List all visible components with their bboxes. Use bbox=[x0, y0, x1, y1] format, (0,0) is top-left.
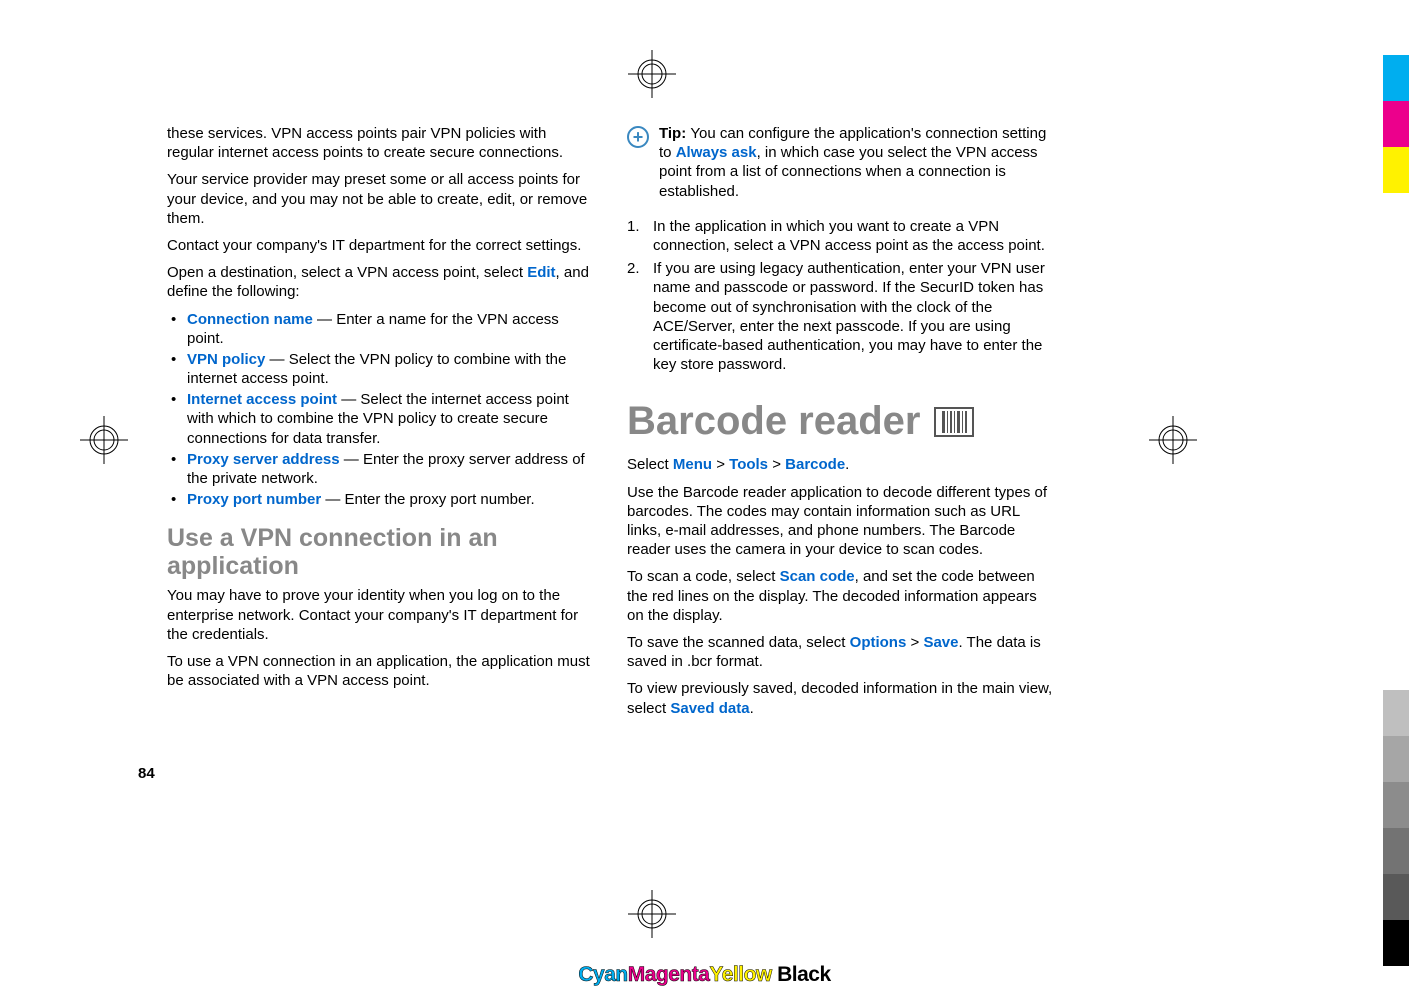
magenta-label: Magenta bbox=[628, 963, 710, 986]
black-label: Black bbox=[777, 963, 831, 986]
paragraph: To use a VPN connection in an applicatio… bbox=[167, 652, 597, 690]
step-number: 2. bbox=[627, 259, 640, 278]
saved-data-link: Saved data bbox=[670, 700, 749, 717]
text: > bbox=[712, 456, 729, 473]
gray-calibration-bars bbox=[1383, 690, 1409, 966]
register-mark-icon bbox=[628, 890, 676, 938]
list-item: 2. If you are using legacy authentication… bbox=[627, 259, 1057, 374]
color-calibration-bars bbox=[1383, 55, 1409, 193]
menu-link: Menu bbox=[673, 456, 712, 473]
scan-code-link: Scan code bbox=[780, 568, 855, 585]
color-swatch bbox=[1383, 101, 1409, 147]
paragraph: You may have to prove your identity when… bbox=[167, 586, 597, 644]
content-area: these services. VPN access points pair V… bbox=[167, 124, 1057, 726]
paragraph: Contact your company's IT department for… bbox=[167, 236, 597, 255]
barcode-icon bbox=[934, 407, 974, 437]
text: > bbox=[768, 456, 785, 473]
paragraph: these services. VPN access points pair V… bbox=[167, 124, 597, 162]
list-item: VPN policy — Select the VPN policy to co… bbox=[167, 350, 597, 388]
tip-block: + Tip: You can configure the application… bbox=[627, 124, 1057, 209]
gray-swatch bbox=[1383, 736, 1409, 782]
text: Select bbox=[627, 456, 673, 473]
list-item: Proxy port number — Enter the proxy port… bbox=[167, 490, 597, 509]
barcode-reader-heading: Barcode reader bbox=[627, 396, 1057, 447]
cyan-label: Cyan bbox=[578, 963, 627, 986]
paragraph: To save the scanned data, select Options… bbox=[627, 633, 1057, 671]
right-column: + Tip: You can configure the application… bbox=[627, 124, 1057, 726]
cmyk-label: CyanMagentaYellow Black bbox=[578, 963, 830, 987]
page-number: 84 bbox=[138, 765, 155, 782]
title-text: Barcode reader bbox=[627, 396, 920, 447]
text: > bbox=[906, 634, 923, 651]
tip-label: Tip: bbox=[659, 125, 690, 142]
tip-icon: + bbox=[627, 126, 649, 148]
register-mark-icon bbox=[80, 416, 128, 464]
text: In the application in which you want to … bbox=[653, 218, 1045, 254]
section-heading-vpn-app: Use a VPN connection in an application bbox=[167, 525, 597, 580]
text: To scan a code, select bbox=[627, 568, 780, 585]
edit-link: Edit bbox=[527, 264, 555, 281]
manual-page: these services. VPN access points pair V… bbox=[92, 60, 1212, 820]
connection-name-label: Connection name bbox=[187, 311, 313, 328]
paragraph: Your service provider may preset some or… bbox=[167, 170, 597, 228]
step-number: 1. bbox=[627, 217, 640, 236]
paragraph: To scan a code, select Scan code, and se… bbox=[627, 567, 1057, 625]
text: . bbox=[750, 700, 754, 717]
steps-list: 1. In the application in which you want t… bbox=[627, 217, 1057, 375]
text: To save the scanned data, select bbox=[627, 634, 850, 651]
paragraph: Use the Barcode reader application to de… bbox=[627, 483, 1057, 560]
internet-access-point-label: Internet access point bbox=[187, 391, 337, 408]
tools-link: Tools bbox=[729, 456, 768, 473]
paragraph: Select Menu > Tools > Barcode. bbox=[627, 455, 1057, 474]
proxy-port-number-label: Proxy port number bbox=[187, 491, 321, 508]
text: . bbox=[845, 456, 849, 473]
register-mark-icon bbox=[1149, 416, 1197, 464]
list-item: Connection name — Enter a name for the V… bbox=[167, 310, 597, 348]
barcode-link: Barcode bbox=[785, 456, 845, 473]
yellow-label: Yellow bbox=[709, 963, 771, 986]
list-item: Internet access point — Select the inter… bbox=[167, 390, 597, 448]
gray-swatch bbox=[1383, 782, 1409, 828]
gray-swatch bbox=[1383, 874, 1409, 920]
always-ask-link: Always ask bbox=[676, 144, 757, 161]
options-link: Options bbox=[850, 634, 907, 651]
save-link: Save bbox=[923, 634, 958, 651]
paragraph: Open a destination, select a VPN access … bbox=[167, 263, 597, 301]
paragraph: To view previously saved, decoded inform… bbox=[627, 679, 1057, 717]
left-column: these services. VPN access points pair V… bbox=[167, 124, 597, 726]
text: Open a destination, select a VPN access … bbox=[167, 264, 527, 281]
gray-swatch bbox=[1383, 690, 1409, 736]
tip-text: Tip: You can configure the application's… bbox=[659, 124, 1057, 201]
color-swatch bbox=[1383, 55, 1409, 101]
proxy-server-address-label: Proxy server address bbox=[187, 451, 340, 468]
text: If you are using legacy authentication, … bbox=[653, 260, 1045, 373]
gray-swatch bbox=[1383, 828, 1409, 874]
color-swatch bbox=[1383, 147, 1409, 193]
register-mark-icon bbox=[628, 50, 676, 98]
vpn-policy-label: VPN policy bbox=[187, 351, 265, 368]
settings-list: Connection name — Enter a name for the V… bbox=[167, 310, 597, 510]
list-item: 1. In the application in which you want t… bbox=[627, 217, 1057, 255]
gray-swatch bbox=[1383, 920, 1409, 966]
text: — Enter the proxy port number. bbox=[321, 491, 534, 508]
list-item: Proxy server address — Enter the proxy s… bbox=[167, 450, 597, 488]
